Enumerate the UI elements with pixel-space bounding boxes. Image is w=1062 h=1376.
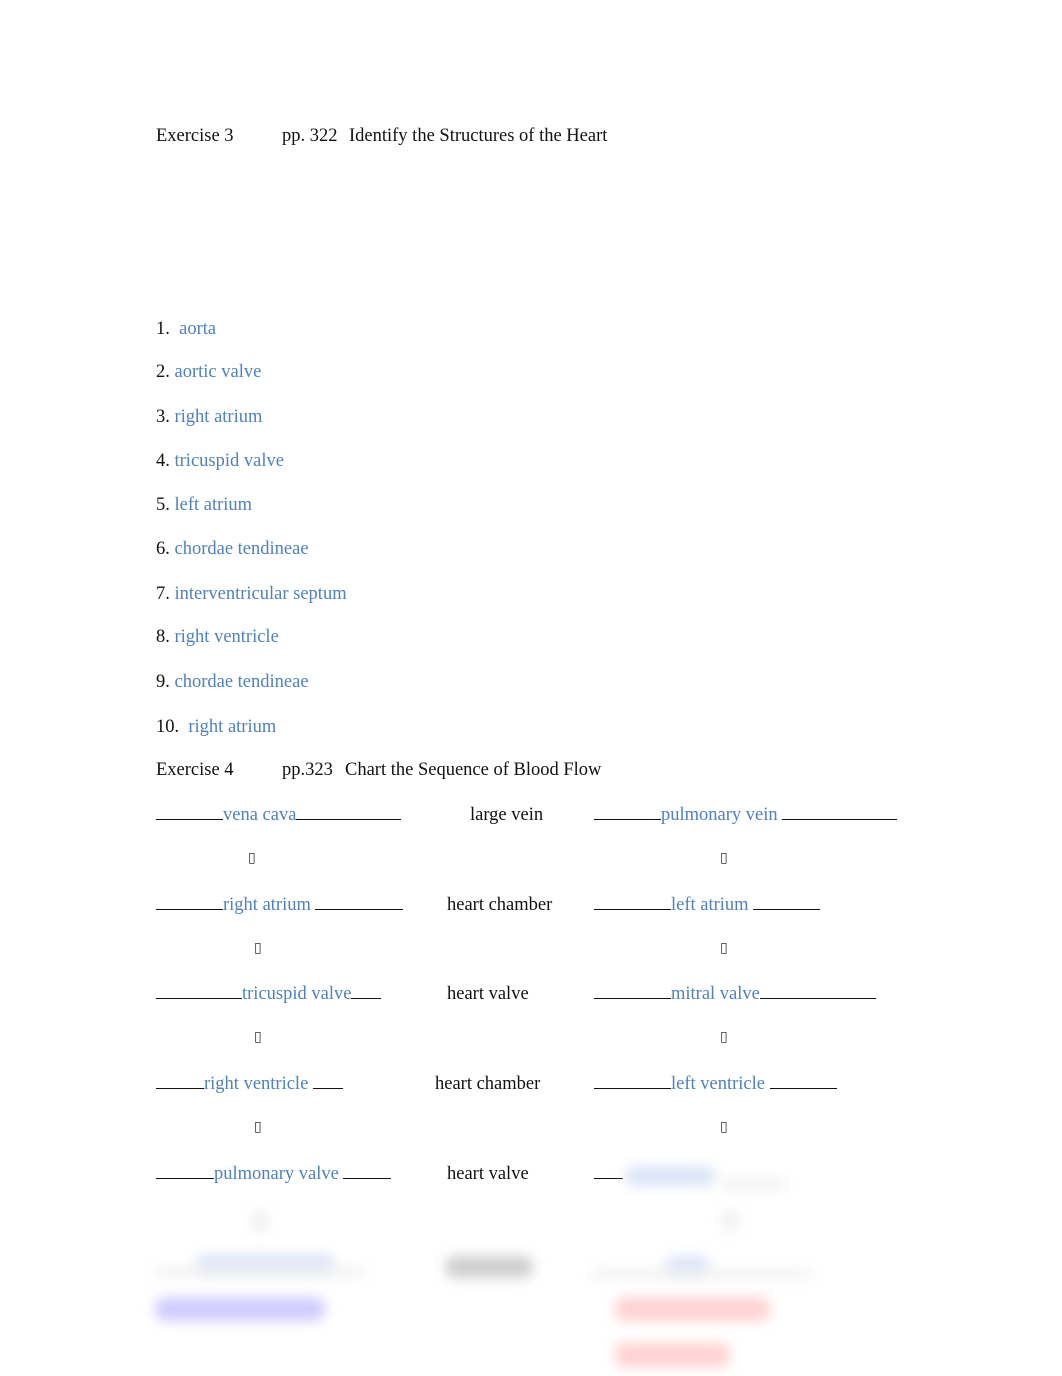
flow-answer: tricuspid valve (242, 984, 352, 1004)
item-answer: right ventricle (174, 627, 279, 647)
blurred-text (155, 1268, 365, 1276)
down-arrow-icon: ▯ (254, 1029, 262, 1045)
blurred-text (615, 1297, 770, 1321)
flow-left-row-2: right atrium (156, 895, 404, 915)
flow-answer: pulmonary vein (661, 805, 778, 825)
item-number: 2. (156, 362, 170, 382)
down-arrow-icon: ▯ (720, 1029, 728, 1045)
flow-right-row-4: left ventricle (594, 1075, 837, 1094)
list-item: 4. tricuspid valve (156, 452, 284, 471)
list-item: 2. aortic valve (156, 363, 261, 382)
flow-answer: left ventricle (671, 1074, 765, 1094)
down-arrow-icon: ▯ (720, 1119, 728, 1135)
blurred-arrow (722, 1210, 738, 1232)
down-arrow-icon: ▯ (720, 850, 728, 866)
flow-right-row-3: mitral valve (594, 985, 876, 1004)
flow-right-row-2: left atrium (594, 895, 821, 915)
list-item: 10. right atrium (156, 718, 276, 737)
flow-category-row-3: heart valve (447, 984, 529, 1004)
exercise4-page: pp.323 (282, 760, 333, 780)
flow-left-row-3: tricuspid valve (156, 984, 382, 1004)
blurred-preview-region (0, 1150, 1062, 1376)
item-number: 9. (156, 672, 170, 692)
flow-answer: mitral valve (671, 984, 760, 1004)
list-item: 3. right atrium (156, 408, 262, 427)
flow-left-row-4: right ventricle (156, 1075, 343, 1094)
item-answer: left atrium (174, 495, 253, 515)
item-answer: tricuspid valve (174, 451, 284, 471)
blurred-text (155, 1297, 325, 1321)
exercise4-title: Chart the Sequence of Blood Flow (345, 760, 602, 780)
item-answer: chordae tendineae (174, 539, 309, 559)
flow-category-row-4: heart chamber (435, 1074, 541, 1094)
item-answer: chordae tendineae (174, 672, 309, 692)
down-arrow-icon: ▯ (720, 940, 728, 956)
flow-category-row-2: heart chamber (447, 895, 553, 915)
flow-right-row-1: pulmonary vein (594, 805, 898, 825)
exercise3-page: pp. 322 (282, 126, 338, 146)
list-item: 6. chordae tendineae (156, 540, 309, 559)
flow-answer: left atrium (671, 895, 749, 915)
item-number: 3. (156, 407, 170, 427)
item-number: 6. (156, 539, 170, 559)
flow-answer: right ventricle (204, 1074, 309, 1094)
item-answer: right atrium (174, 407, 263, 427)
exercise4-label: Exercise 4 (156, 760, 234, 780)
exercise3-label: Exercise 3 (156, 126, 234, 146)
blurred-text (445, 1256, 533, 1278)
item-number: 7. (156, 584, 170, 604)
flow-answer: right atrium (223, 895, 311, 915)
flow-category-row-1: large vein (470, 805, 544, 825)
item-number: 10. (156, 717, 180, 737)
list-item: 1. aorta (156, 320, 216, 339)
item-number: 8. (156, 627, 170, 647)
item-answer: aortic valve (174, 362, 262, 382)
item-number: 1. (156, 319, 170, 339)
blurred-text (720, 1180, 785, 1188)
down-arrow-icon: ▯ (254, 940, 262, 956)
flow-left-row-1: vena cava (156, 805, 402, 825)
blurred-text (592, 1270, 812, 1278)
item-number: 5. (156, 495, 170, 515)
list-item: 9. chordae tendineae (156, 673, 309, 692)
list-item: 5. left atrium (156, 496, 252, 515)
item-answer: interventricular septum (174, 584, 347, 604)
flow-answer: vena cava (223, 805, 297, 825)
item-answer: aorta (179, 319, 217, 339)
down-arrow-icon: ▯ (248, 850, 256, 866)
list-item: 8. right ventricle (156, 628, 279, 647)
list-item: 7. interventricular septum (156, 585, 347, 604)
blurred-arrow (252, 1210, 268, 1232)
blurred-text (615, 1343, 730, 1367)
blurred-text (625, 1166, 715, 1186)
item-number: 4. (156, 451, 170, 471)
down-arrow-icon: ▯ (254, 1119, 262, 1135)
item-answer: right atrium (188, 717, 277, 737)
exercise3-title: Identify the Structures of the Heart (349, 126, 608, 146)
